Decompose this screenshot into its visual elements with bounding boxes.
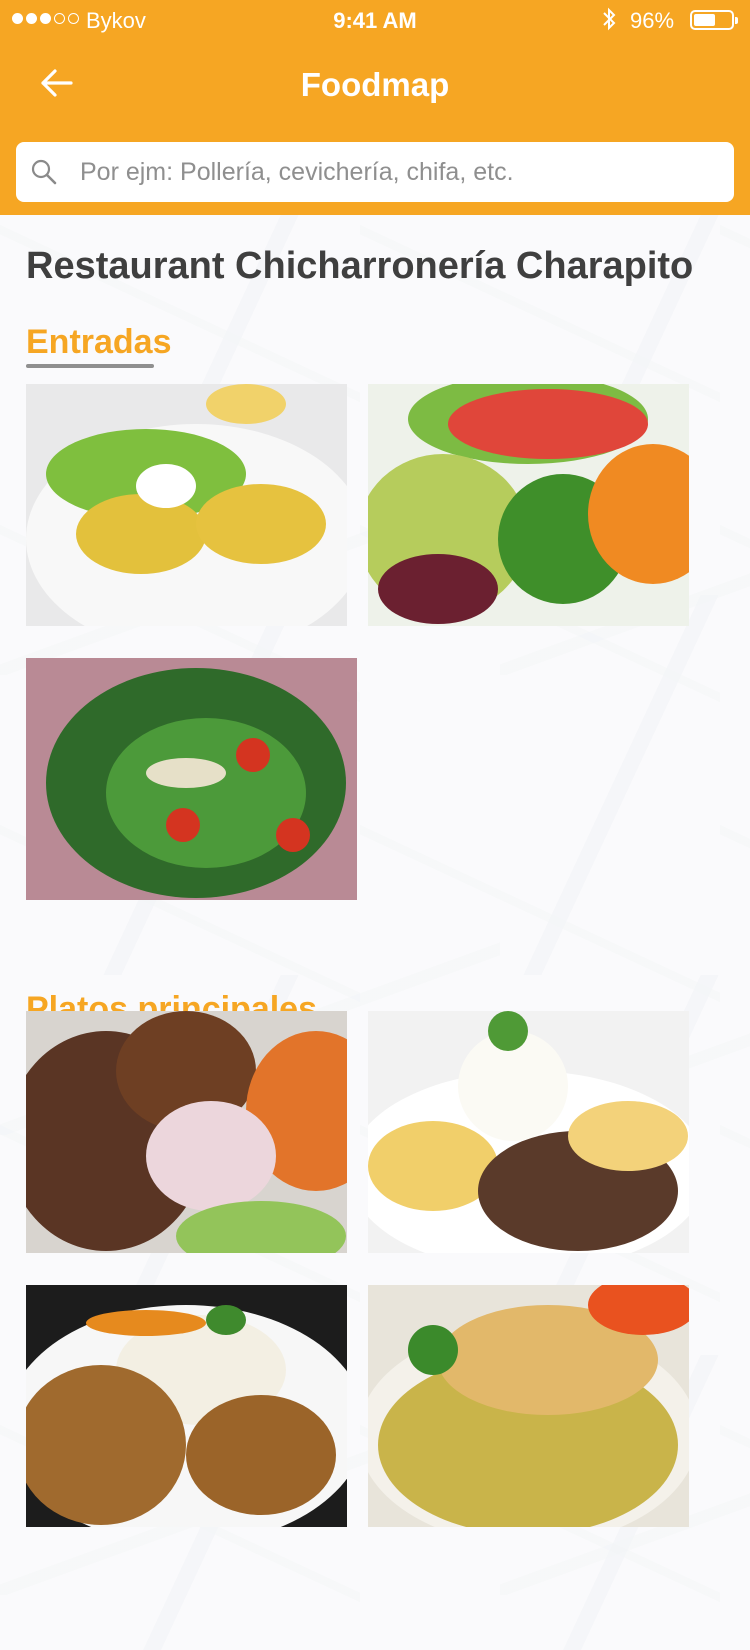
- dish-image-seco-de-pato[interactable]: [26, 1285, 347, 1527]
- restaurant-name: Restaurant Chicharronería Charapito: [26, 245, 694, 287]
- search-icon: [28, 156, 60, 188]
- section-underline: [26, 364, 154, 368]
- navigation-bar: Foodmap: [0, 50, 750, 120]
- bluetooth-icon: [601, 6, 617, 38]
- battery-icon: [690, 10, 738, 30]
- dish-image-spinach-salad[interactable]: [26, 658, 357, 900]
- page-title: Foodmap: [300, 66, 450, 103]
- app-header: Bykov 9:41 AM 96% Foodmap: [0, 0, 750, 215]
- search-input[interactable]: [78, 156, 734, 188]
- dish-image-salad[interactable]: [368, 384, 689, 626]
- battery-percentage: 96%: [630, 8, 675, 33]
- status-bar: Bykov 9:41 AM 96%: [0, 0, 750, 40]
- section-title-entradas: Entradas: [26, 323, 172, 361]
- dish-image-causa[interactable]: [26, 384, 347, 626]
- dish-image-arroz-con-pollo[interactable]: [368, 1285, 689, 1527]
- search-bar[interactable]: [16, 142, 734, 202]
- dish-image-chicharron[interactable]: [26, 1011, 347, 1253]
- menu-content: Restaurant Chicharronería Charapito Entr…: [0, 215, 750, 1650]
- dish-image-lomo-saltado[interactable]: [368, 1011, 689, 1253]
